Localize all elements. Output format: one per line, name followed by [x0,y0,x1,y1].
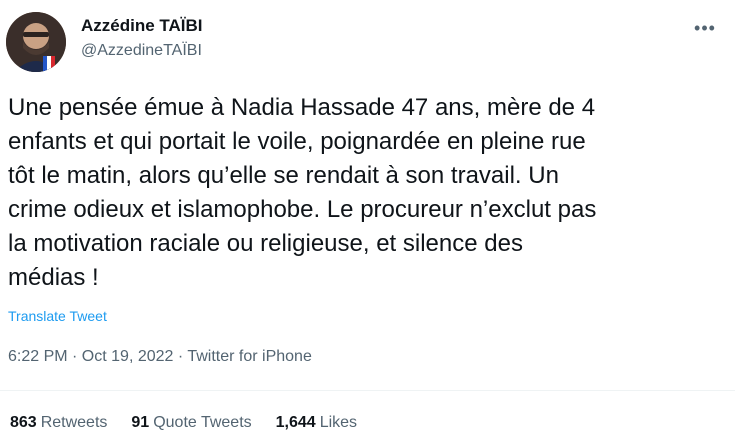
author-block: Azzédine TAÏBI @AzzedineTAÏBI [81,16,203,61]
likes-count: 1,644 [275,414,316,431]
user-handle[interactable]: @AzzedineTAÏBI [81,41,203,61]
quote-tweets-stat[interactable]: 91 Quote Tweets [131,414,251,432]
divider [0,390,735,391]
retweets-count: 863 [10,414,37,431]
tweet-timestamp[interactable]: 6:22 PM · Oct 19, 2022 · Twitter for iPh… [8,348,312,366]
likes-label: Likes [319,414,358,431]
engagement-stats: 863 Retweets 91 Quote Tweets 1,644 Likes [10,414,357,432]
tweet-card: Azzédine TAÏBI @AzzedineTAÏBI ••• Une pe… [0,0,735,443]
retweets-label: Retweets [40,414,108,431]
tweet-text: Une pensée émue à Nadia Hassade 47 ans, … [8,94,597,291]
quote-tweets-label: Quote Tweets [153,414,252,431]
likes-stat[interactable]: 1,644 Likes [276,414,357,432]
avatar[interactable] [6,12,66,72]
translate-tweet-link[interactable]: Translate Tweet [8,308,107,324]
more-horizontal-icon: ••• [694,17,716,38]
more-options-button[interactable]: ••• [693,16,717,40]
display-name[interactable]: Azzédine TAÏBI [81,16,203,36]
quote-tweets-count: 91 [131,414,150,431]
avatar-photo-icon [6,12,66,72]
retweets-stat[interactable]: 863 Retweets [10,414,107,432]
